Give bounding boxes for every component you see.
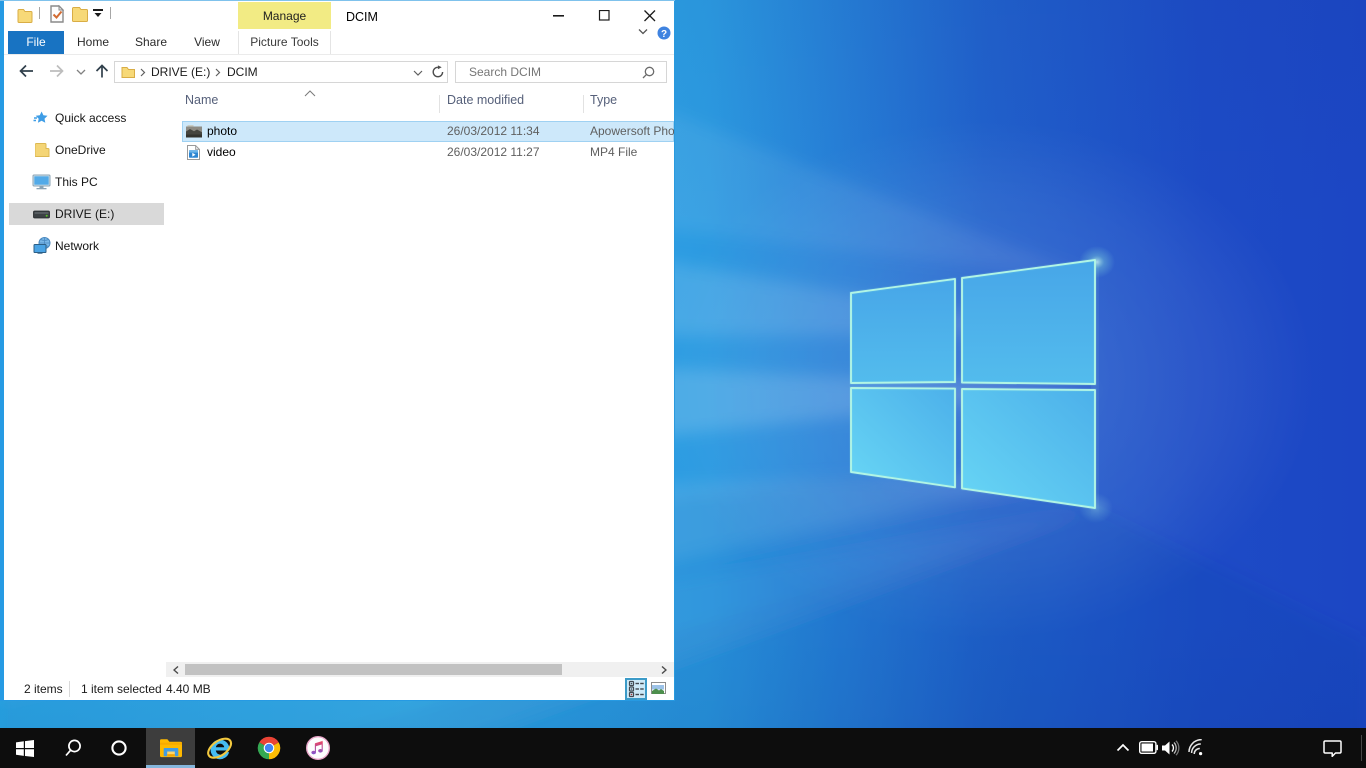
svg-text:?: ? [661, 29, 667, 40]
